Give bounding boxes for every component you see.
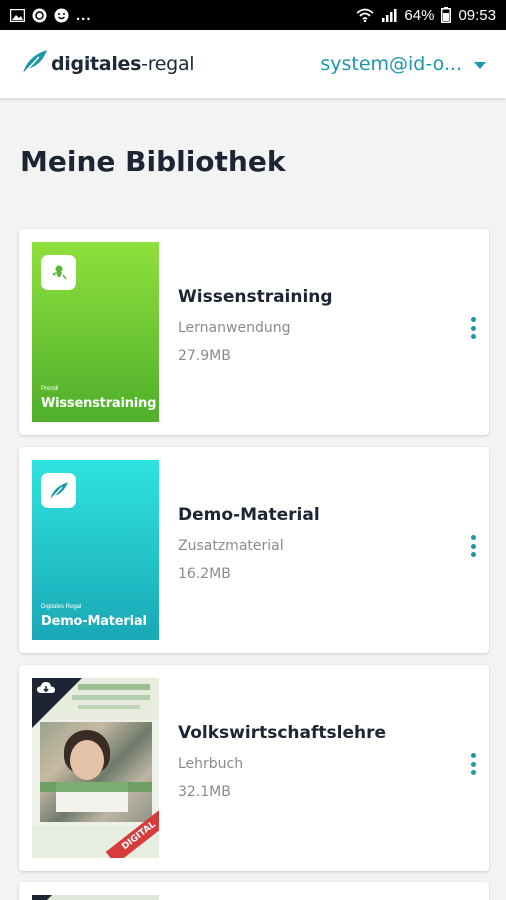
book-title: Volkswirtschaftslehre xyxy=(178,723,386,743)
book-type: Lernanwendung xyxy=(178,320,291,336)
book-info: Wissenstraining Lernanwendung 27.9MB xyxy=(178,287,333,364)
more-notifications-indicator: ... xyxy=(76,6,92,24)
book-card-demo-material[interactable]: Digitales Regal Demo-Material Demo-Mater… xyxy=(19,447,489,653)
cover-title-line xyxy=(78,684,150,690)
book-title: Wissenstraining xyxy=(178,287,333,307)
signal-icon xyxy=(381,8,397,22)
cloud-download-icon[interactable] xyxy=(36,680,56,700)
more-options-icon[interactable] xyxy=(465,532,481,560)
book-cover[interactable] xyxy=(32,895,159,900)
book-info: Demo-Material Zusatzmaterial 16.2MB xyxy=(178,505,320,582)
quill-icon xyxy=(41,473,76,508)
gallery-notification-icon xyxy=(10,8,25,22)
book-size: 32.1MB xyxy=(178,784,231,800)
cover-green-bar xyxy=(40,782,152,792)
book-cover[interactable]: Digitales Regal Demo-Material xyxy=(32,460,159,640)
book-title: Demo-Material xyxy=(178,505,320,525)
book-card-partial[interactable] xyxy=(19,882,489,900)
account-menu[interactable]: system@id-o... xyxy=(320,53,486,75)
book-card-volkswirtschaftslehre[interactable]: DIGITAL Volkswirtschaftslehre Lehrbuch 3… xyxy=(19,665,489,871)
book-info: Volkswirtschaftslehre Lehrbuch 32.1MB xyxy=(178,723,386,800)
cover-photo-face xyxy=(70,740,104,780)
more-options-icon[interactable] xyxy=(465,750,481,778)
app-logo[interactable]: digitales-regal xyxy=(20,48,195,80)
account-email: system@id-o... xyxy=(320,53,462,75)
smiley-notification-icon xyxy=(54,8,69,23)
book-type: Lehrbuch xyxy=(178,756,244,772)
cover-series: Prendi xyxy=(41,386,59,392)
app-header: digitales-regal system@id-o... xyxy=(0,30,506,98)
status-bar: ... 64% 09:53 xyxy=(0,0,506,30)
quill-logo-icon xyxy=(20,48,50,80)
logo-text: digitales-regal xyxy=(51,53,195,75)
cover-subtitle-line xyxy=(72,695,150,700)
cover-subtitle-line xyxy=(78,705,140,709)
battery-icon xyxy=(441,7,452,23)
battery-percentage: 64% xyxy=(404,6,435,24)
cover-name: Demo-Material xyxy=(41,614,147,629)
book-size: 27.9MB xyxy=(178,348,231,364)
logo-text-regular: -regal xyxy=(141,53,195,75)
book-size: 16.2MB xyxy=(178,566,231,582)
sync-notification-icon xyxy=(32,8,47,23)
penguin-icon xyxy=(41,255,76,290)
status-bar-right: 64% 09:53 xyxy=(356,7,496,24)
book-cover[interactable]: Prendi Wissenstraining xyxy=(32,242,159,422)
wifi-icon xyxy=(356,8,375,22)
cover-name: Wissenstraining xyxy=(41,396,157,411)
cover-photo xyxy=(40,722,152,822)
cover-series: Digitales Regal xyxy=(41,604,82,610)
chevron-down-icon xyxy=(474,61,486,69)
book-card-wissenstraining[interactable]: Prendi Wissenstraining Wissenstraining L… xyxy=(19,229,489,435)
book-type: Zusatzmaterial xyxy=(178,538,284,554)
download-corner xyxy=(32,895,52,900)
clock: 09:53 xyxy=(458,6,496,24)
status-bar-left: ... xyxy=(10,7,92,24)
more-options-icon[interactable] xyxy=(465,314,481,342)
page-title: Meine Bibliothek xyxy=(20,145,286,178)
logo-text-bold: digitales xyxy=(51,53,142,75)
book-cover[interactable]: DIGITAL xyxy=(32,678,159,858)
